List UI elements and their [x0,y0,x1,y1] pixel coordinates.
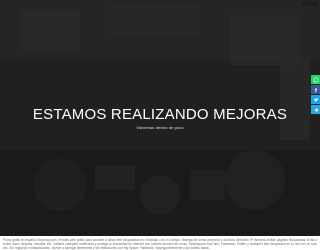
facebook-share-button[interactable] [311,85,320,94]
body-paragraph: Proxy gratis en español Sinproxy.com. Pr… [3,238,317,250]
page-subtitle: Volvemos dentro de poco [136,125,184,130]
twitter-icon [313,97,318,102]
twitter-share-button[interactable] [311,95,320,104]
facebook-icon [314,87,317,92]
whatsapp-share-button[interactable] [311,75,320,84]
hero-banner: ESTAMOS REALIZANDO MEJORAS Volvemos dent… [0,0,320,236]
whatsapp-icon [313,77,318,82]
telegram-icon [313,107,318,112]
social-share-bar [311,75,320,115]
brand-badge [302,1,318,6]
telegram-share-button[interactable] [311,105,320,114]
page-title: ESTAMOS REALIZANDO MEJORAS [32,106,288,123]
